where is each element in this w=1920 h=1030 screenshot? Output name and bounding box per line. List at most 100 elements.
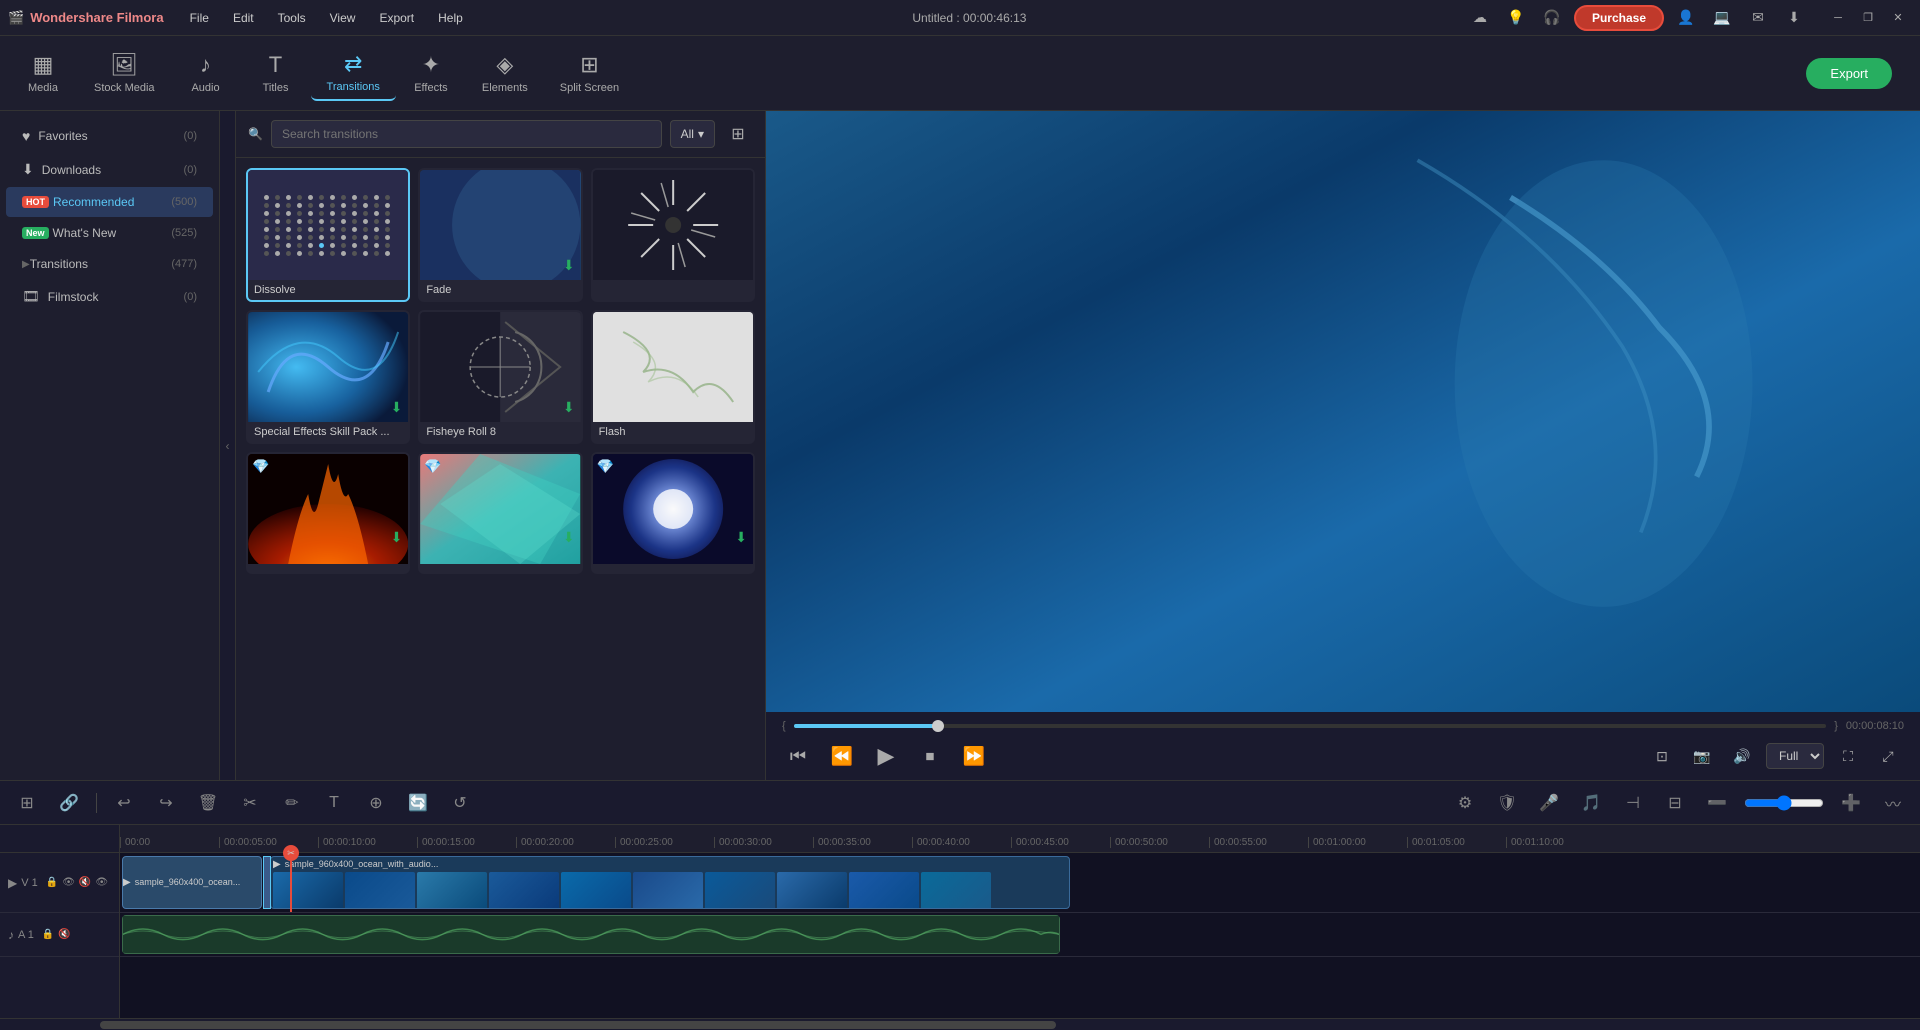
sidebar-item-downloads[interactable]: ⬇ Downloads (0)	[6, 153, 213, 186]
scissors-icon: ✂	[287, 848, 295, 859]
next-frame-button[interactable]: ⏩	[958, 740, 990, 772]
export-button[interactable]: Export	[1806, 58, 1892, 89]
stop-button[interactable]: ⏹	[914, 740, 946, 772]
toolbar-stock-media[interactable]: 🖼 Stock Media	[78, 46, 171, 100]
eye-icon[interactable]: 👁	[62, 877, 75, 888]
purchase-button[interactable]: Purchase	[1574, 5, 1664, 31]
tl-plus-icon[interactable]: ➕	[1836, 788, 1866, 818]
sidebar-collapse-button[interactable]: ‹	[220, 111, 236, 780]
tl-delete-button[interactable]: 🗑	[193, 788, 223, 818]
tl-cut-button[interactable]: ✂	[235, 788, 265, 818]
filter-dropdown[interactable]: All ▾	[670, 120, 715, 148]
fullscreen-button[interactable]: ⛶	[1832, 740, 1864, 772]
toolbar-effects[interactable]: ✦ Effects	[396, 46, 466, 100]
maximize-button[interactable]: ❐	[1854, 4, 1882, 32]
video-clip-2[interactable]: ▶ sample_960x400_ocean_with_audio...	[270, 856, 1070, 909]
progress-handle[interactable]	[932, 720, 944, 732]
volume-button[interactable]: 🔊	[1726, 740, 1758, 772]
tl-mic-icon[interactable]: 🎤	[1534, 788, 1564, 818]
tl-separator-1	[96, 793, 97, 813]
tl-shield-icon[interactable]: 🛡	[1492, 788, 1522, 818]
tl-adjust-button[interactable]: ⊕	[361, 788, 391, 818]
sidebar-item-recommended[interactable]: HOT Recommended (500)	[6, 187, 213, 217]
mark-end[interactable]: }	[1834, 720, 1838, 732]
tl-minus-icon[interactable]: ➖	[1702, 788, 1732, 818]
scroll-thumb[interactable]	[100, 1021, 1056, 1029]
mark-start[interactable]: {	[782, 720, 786, 732]
transition-card-teal[interactable]: 💎 ⬇	[418, 452, 582, 574]
snapshot-button[interactable]: 📷	[1686, 740, 1718, 772]
transition-card-blue-burst[interactable]: 💎 ⬇	[591, 452, 755, 574]
transition-card-fade[interactable]: ⬇ Fade	[418, 168, 582, 302]
menu-edit[interactable]: Edit	[223, 7, 264, 29]
progress-track[interactable]	[794, 724, 1827, 728]
minimize-button[interactable]: ─	[1824, 4, 1852, 32]
expand-button[interactable]: ⤢	[1872, 740, 1904, 772]
ruler-mark-4: 00:00:20:00	[516, 837, 615, 848]
rewind-button[interactable]: ⏮	[782, 740, 814, 772]
tl-undo-button[interactable]: ↩	[109, 788, 139, 818]
tl-rotate-button[interactable]: 🔄	[403, 788, 433, 818]
menu-view[interactable]: View	[320, 7, 366, 29]
transition-card-flash[interactable]	[591, 168, 755, 302]
tl-caption-icon[interactable]: ⊟	[1660, 788, 1690, 818]
tl-text-button[interactable]: T	[319, 788, 349, 818]
toolbar-media[interactable]: ▦ Media	[8, 46, 78, 100]
zoom-slider[interactable]	[1744, 795, 1824, 811]
menu-tools[interactable]: Tools	[268, 7, 316, 29]
audio-clip[interactable]	[122, 915, 1060, 954]
mute-icon[interactable]: 🔇	[79, 877, 91, 888]
audio-lock-icon[interactable]: 🔒	[42, 929, 54, 940]
window-controls: ─ ❐ ✕	[1824, 4, 1912, 32]
toolbar-elements[interactable]: ◈ Elements	[466, 46, 544, 100]
download-icon[interactable]: ⬇	[1780, 4, 1808, 32]
zoom-select[interactable]: Full	[1766, 743, 1824, 769]
transition-card-fire[interactable]: 💎 ⬇	[246, 452, 410, 574]
transition-card-fisheye[interactable]: ⬇ Fisheye Roll 8	[418, 310, 582, 444]
menu-export[interactable]: Export	[369, 7, 424, 29]
toolbar-split-screen[interactable]: ⊞ Split Screen	[544, 46, 635, 100]
ruler-header	[0, 825, 119, 853]
audio-mute-icon[interactable]: 🔇	[58, 929, 70, 940]
toolbar-titles[interactable]: T Titles	[241, 46, 311, 100]
prev-frame-button[interactable]: ⏪	[826, 740, 858, 772]
tl-settings-icon[interactable]: ⚙	[1450, 788, 1480, 818]
playhead-handle[interactable]: ✂	[283, 845, 299, 861]
tl-waveform-icon[interactable]: 〰	[1878, 788, 1908, 818]
menu-file[interactable]: File	[180, 7, 219, 29]
playhead[interactable]: ✂	[290, 853, 292, 912]
toolbar-transitions[interactable]: ⇄ Transitions	[311, 45, 396, 101]
grid-view-button[interactable]: ⊞	[723, 119, 753, 149]
search-input[interactable]	[271, 120, 662, 148]
device-icon[interactable]: 💻	[1708, 4, 1736, 32]
tl-layout-button[interactable]: ⊞	[12, 788, 42, 818]
video-clip-1[interactable]: ▶ sample_960x400_ocean...	[122, 856, 262, 909]
play-button[interactable]: ▶	[870, 740, 902, 772]
tl-music-icon[interactable]: 🎵	[1576, 788, 1606, 818]
lightbulb-icon[interactable]: 💡	[1502, 4, 1530, 32]
transition-card-flash2[interactable]: Flash	[591, 310, 755, 444]
toolbar-audio[interactable]: ♪ Audio	[171, 46, 241, 100]
tl-redo-button[interactable]: ↪	[151, 788, 181, 818]
menu-help[interactable]: Help	[428, 7, 473, 29]
transition-card-dissolve[interactable]: Dissolve	[246, 168, 410, 302]
lock-icon[interactable]: 🔒	[46, 877, 58, 888]
sidebar-item-favorites[interactable]: ♥ Favorites (0)	[6, 120, 213, 152]
cloud-icon[interactable]: ☁	[1466, 4, 1494, 32]
close-button[interactable]: ✕	[1884, 4, 1912, 32]
timeline-track-headers: ▶ V 1 🔒 👁 🔇 👁 ♪ A 1 🔒 🔇	[0, 825, 120, 1018]
transition-card-sfx[interactable]: ⬇ Special Effects Skill Pack ...	[246, 310, 410, 444]
fit-view-button[interactable]: ⊡	[1646, 740, 1678, 772]
mail-icon[interactable]: ✉	[1744, 4, 1772, 32]
tl-link-button[interactable]: 🔗	[54, 788, 84, 818]
user-avatar[interactable]: 👤	[1672, 4, 1700, 32]
recommended-count: (500)	[171, 196, 197, 208]
sidebar-item-filmstock[interactable]: 🎞 Filmstock (0)	[6, 280, 213, 313]
headset-icon[interactable]: 🎧	[1538, 4, 1566, 32]
tl-reset-button[interactable]: ↺	[445, 788, 475, 818]
eye2-icon[interactable]: 👁	[95, 877, 108, 888]
sidebar-item-transitions[interactable]: ▶ Transitions (477)	[6, 249, 213, 279]
sidebar-item-whats-new[interactable]: New What's New (525)	[6, 218, 213, 248]
tl-pen-button[interactable]: ✏	[277, 788, 307, 818]
tl-split-icon[interactable]: ⊣	[1618, 788, 1648, 818]
